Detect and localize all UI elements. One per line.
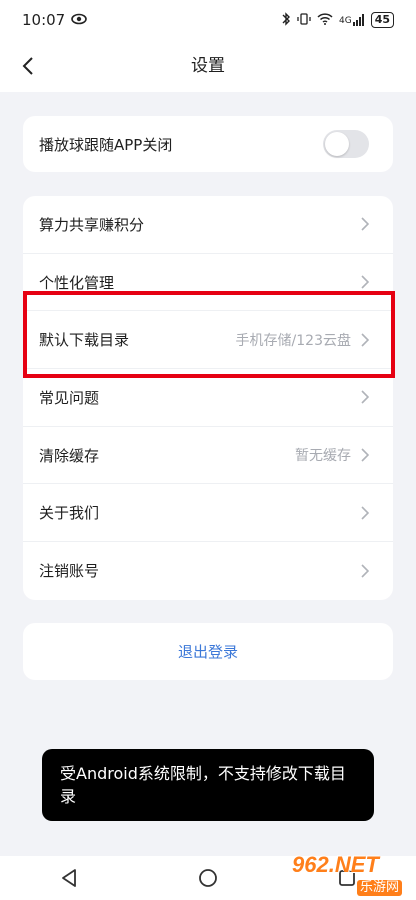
status-time: 10:07 [22, 11, 66, 29]
bluetooth-icon [281, 11, 291, 29]
status-bar: 10:07 4G 45 [0, 0, 416, 40]
logout-label: 退出登录 [177, 643, 238, 661]
settings-item-label: 注销账号 [39, 562, 100, 581]
follow-app-close-row: 播放球跟随APP关闭 [23, 116, 393, 172]
settings-item-clear-cache[interactable]: 清除缓存 暂无缓存 [23, 427, 393, 485]
chevron-right-icon [359, 564, 371, 578]
status-right: 4G 45 [281, 11, 394, 29]
settings-item-label: 清除缓存 [39, 446, 100, 465]
chevron-right-icon [359, 506, 371, 520]
page-title: 设置 [191, 56, 225, 76]
wifi-icon [317, 12, 333, 28]
battery-indicator: 45 [370, 12, 394, 28]
settings-item-label: 个性化管理 [39, 273, 115, 292]
highlight-box [23, 291, 395, 378]
settings-list: 算力共享赚积分 个性化管理 默认下载目录 手机存储/123云盘 常见问题 清除缓… [23, 196, 393, 600]
watermark-brand: 962.NET [292, 852, 379, 877]
toggle-knob [325, 132, 349, 156]
settings-item-compute-share[interactable]: 算力共享赚积分 [23, 196, 393, 254]
cache-value: 暂无缓存 [295, 448, 351, 465]
status-left: 10:07 [22, 11, 88, 29]
settings-item-label: 算力共享赚积分 [39, 215, 145, 234]
circle-home-icon [199, 869, 217, 887]
vibrate-icon [297, 12, 311, 29]
nav-back-button[interactable] [49, 858, 89, 898]
toast-message: 受Android系统限制，不支持修改下载目录 [42, 749, 374, 821]
chevron-right-icon [359, 275, 371, 289]
settings-item-label: 关于我们 [39, 504, 100, 523]
signal-label: 4G [338, 16, 352, 26]
signal-icon: 4G [339, 14, 365, 26]
follow-app-close-label: 播放球跟随APP关闭 [39, 135, 173, 154]
settings-item-delete-account[interactable]: 注销账号 [23, 542, 393, 600]
watermark-logo: 962.NET 乐游网 [282, 852, 408, 896]
triangle-back-icon [62, 869, 77, 887]
settings-item-about[interactable]: 关于我们 [23, 484, 393, 543]
nav-home-button[interactable] [188, 858, 228, 898]
chevron-right-icon [359, 448, 371, 462]
chevron-right-icon [359, 217, 371, 231]
header: 设置 [0, 40, 416, 92]
logout-button[interactable]: 退出登录 [23, 623, 393, 680]
follow-app-close-toggle[interactable] [323, 130, 369, 158]
chevron-right-icon [359, 390, 371, 404]
watermark-sub: 乐游网 [356, 880, 402, 896]
settings-item-label: 常见问题 [39, 388, 100, 407]
eye-icon [71, 11, 88, 29]
